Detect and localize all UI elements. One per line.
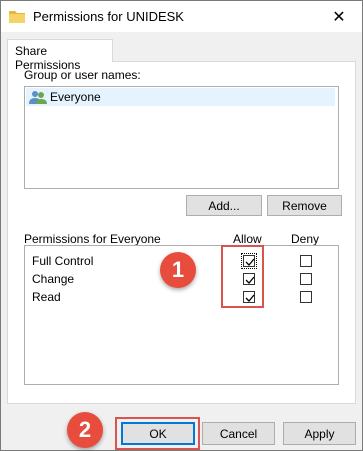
annotation-highlight-allow [221,245,264,308]
ok-button-label: OK [149,426,167,441]
apply-button-label: Apply [304,426,335,441]
allow-column-header: Allow [233,232,262,246]
cancel-button[interactable]: Cancel [202,422,275,445]
annotation-number: 2 [78,417,92,442]
permission-full-control: Full Control [32,254,94,268]
full-control-deny-checkbox[interactable] [300,255,312,267]
remove-button[interactable]: Remove [267,195,342,216]
add-button-label: Add... [208,198,240,213]
cancel-button-label: Cancel [219,426,258,441]
group-item-everyone[interactable]: Everyone [26,88,335,106]
permissions-dialog: Permissions for UNIDESK ✕ Share Permissi… [0,0,363,451]
close-button[interactable]: ✕ [316,1,362,32]
tab-label: Share Permissions [15,44,81,72]
folder-icon [9,11,25,23]
permission-read: Read [32,290,61,304]
read-deny-checkbox[interactable] [300,291,312,303]
close-icon: ✕ [332,8,346,26]
deny-column-header: Deny [291,232,320,246]
title-bar: Permissions for UNIDESK ✕ [1,1,362,32]
permission-change: Change [32,272,75,286]
add-button[interactable]: Add... [186,195,262,216]
window-title: Permissions for UNIDESK [33,9,184,24]
users-icon [29,91,47,104]
group-list[interactable]: Everyone [24,86,339,189]
annotation-badge-1: 1 [160,252,196,288]
remove-button-label: Remove [282,198,327,213]
share-permissions-panel: Group or user names: Everyone Add... Rem… [7,61,356,404]
apply-button[interactable]: Apply [283,422,356,445]
group-item-label: Everyone [50,90,101,104]
annotation-badge-2: 2 [67,412,103,448]
annotation-number: 1 [171,257,185,282]
change-deny-checkbox[interactable] [300,273,312,285]
tab-share-permissions[interactable]: Share Permissions [7,39,113,72]
permissions-header: Permissions for Everyone [24,232,161,246]
ok-button[interactable]: OK [121,422,195,445]
